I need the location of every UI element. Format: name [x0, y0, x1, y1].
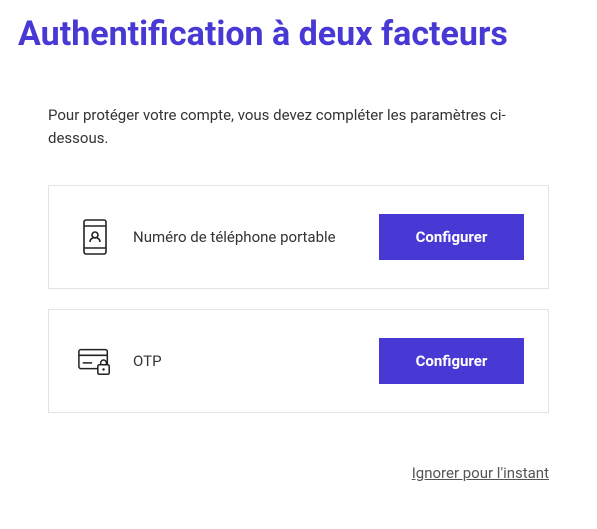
configure-phone-button[interactable]: Configurer [379, 214, 524, 260]
method-otp-left: OTP [77, 343, 162, 379]
page-title: Authentification à deux facteurs [0, 0, 597, 64]
otp-card-lock-icon [77, 343, 113, 379]
method-phone-label: Numéro de téléphone portable [133, 228, 336, 246]
method-phone-left: Numéro de téléphone portable [77, 219, 336, 255]
content-area: Pour protéger votre compte, vous devez c… [0, 64, 597, 413]
method-phone-card: Numéro de téléphone portable Configurer [48, 185, 549, 289]
skip-row: Ignorer pour l'instant [0, 433, 597, 482]
method-otp-label: OTP [133, 352, 162, 370]
intro-text: Pour protéger votre compte, vous devez c… [48, 104, 549, 149]
skip-link[interactable]: Ignorer pour l'instant [412, 464, 549, 482]
phone-icon [77, 219, 113, 255]
configure-otp-button[interactable]: Configurer [379, 338, 524, 384]
method-otp-card: OTP Configurer [48, 309, 549, 413]
